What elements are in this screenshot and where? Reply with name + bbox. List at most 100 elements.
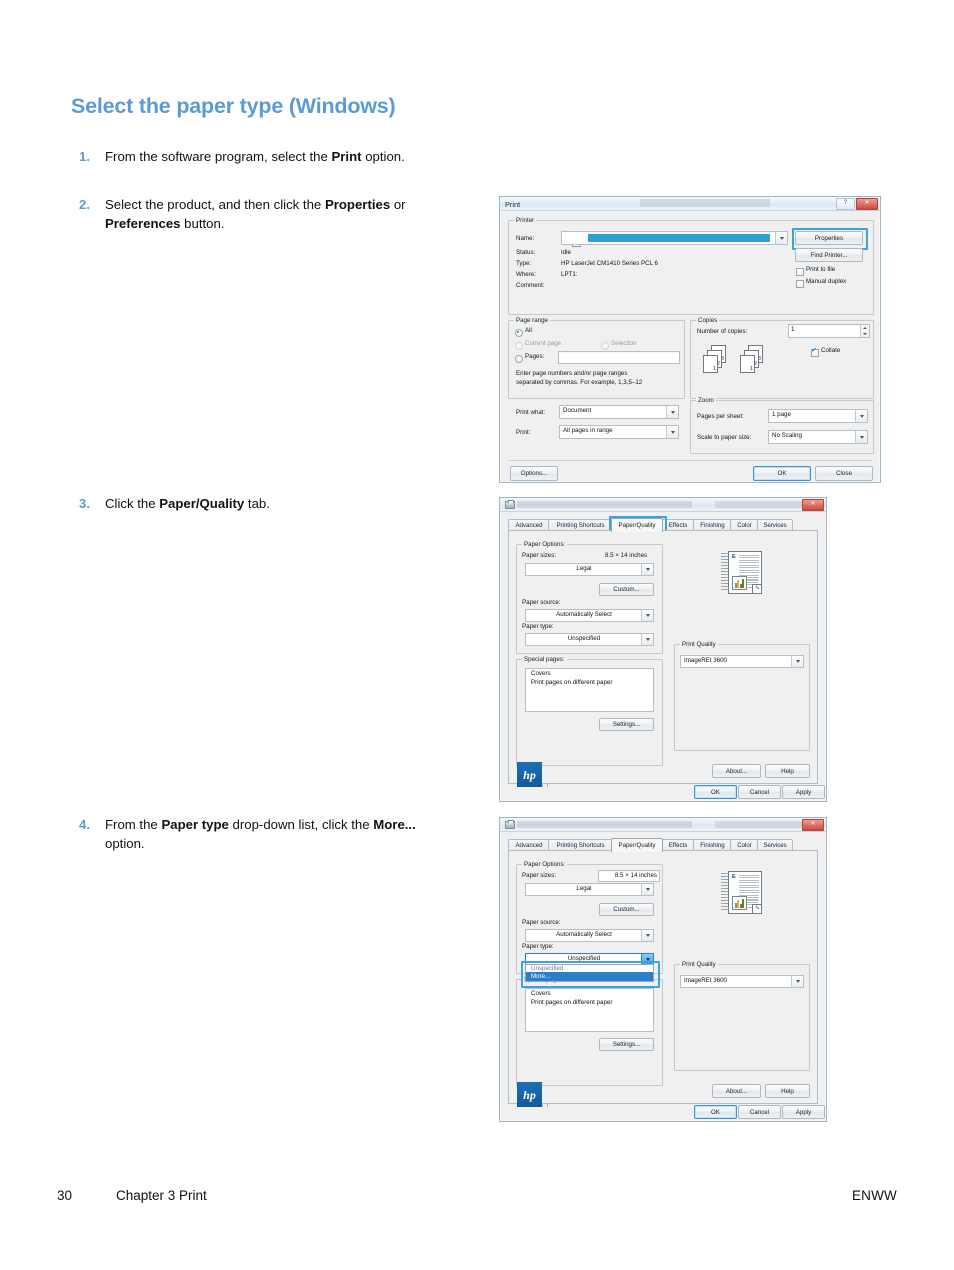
paper-source-value: Automatically Select [556,931,612,938]
pages-input[interactable] [558,351,680,364]
chevron-down-icon[interactable] [666,426,678,438]
paper-options-label: Paper Options: [522,541,568,548]
scale-to-paper-combo[interactable]: No Scaling [768,430,868,444]
copies-stepper[interactable] [860,325,869,337]
print-to-file-checkbox[interactable] [796,268,804,276]
preview-letter: E [732,874,736,880]
page-range-all-radio[interactable] [515,329,523,337]
help-button[interactable]: Help [765,764,810,778]
apply-button[interactable]: Apply [782,785,825,799]
find-printer-button[interactable]: Find Printer... [795,248,863,262]
step-3-text: Click the Paper/Quality tab. [105,496,270,511]
paper-size-combo[interactable]: Legal [525,563,654,576]
pages-per-sheet-combo[interactable]: 1 page [768,409,868,423]
paper-size-combo[interactable]: Legal [525,883,654,896]
properties-button[interactable]: Properties [795,231,863,245]
collate-checkbox[interactable] [811,349,819,357]
about-button[interactable]: About... [712,1084,761,1098]
close-window-icon[interactable]: ✕ [802,499,824,511]
special-pages-listbox-2[interactable]: Covers Print pages on different paper [525,988,654,1032]
chevron-down-icon[interactable] [641,610,653,621]
tab-paper-quality[interactable]: Paper/Quality [611,518,663,532]
printer-where-label: Where: [516,271,536,278]
hp-tagline: i n v e n t [519,1103,550,1108]
chevron-down-icon[interactable] [641,634,653,645]
options-button[interactable]: Options... [510,466,558,481]
chevron-down-icon[interactable] [641,884,653,895]
help-button[interactable]: Help [765,1084,810,1098]
titlebar-redaction [640,199,770,207]
apply-button[interactable]: Apply [782,1105,825,1119]
chevron-down-icon[interactable] [641,564,653,575]
settings-button[interactable]: Settings... [599,1038,654,1051]
preview-chart-icon [732,576,747,590]
printer-comment-label: Comment: [516,282,545,289]
page-range-selection-label: Selection [611,340,637,347]
help-window-icon[interactable]: ? [836,198,855,210]
chevron-down-icon[interactable] [775,232,787,244]
paper-options-label: Paper Options: [522,861,568,868]
preview-chart-icon [732,896,747,910]
dropdown-item-unspecified[interactable]: Unspecified [526,965,653,972]
printer-name-redaction [588,234,770,242]
chevron-down-icon[interactable] [791,976,803,987]
ok-button[interactable]: OK [694,785,737,799]
cancel-button[interactable]: Cancel [738,1105,781,1119]
printer-name-combo[interactable] [561,231,788,245]
print-what-combo[interactable]: Document [559,405,679,419]
print-quality-combo[interactable]: ImageREt 3600 [680,655,804,668]
manual-duplex-checkbox[interactable] [796,280,804,288]
paper-type-dropdown-list[interactable]: Unspecified More... [525,964,654,982]
paper-sizes-label: Paper sizes: [522,872,557,879]
step-4-number: 4. [79,817,90,832]
list-item[interactable]: Covers [526,989,653,998]
special-pages-listbox[interactable]: Covers Print pages on different paper [525,668,654,712]
paper-type-label: Paper type: [522,943,554,950]
page-range-all-label: All [525,327,532,334]
custom-button[interactable]: Custom... [599,583,654,596]
collate-stack-1: 3 2 1 [703,345,726,373]
ok-button[interactable]: OK [694,1105,737,1119]
print-dialog-body: Printer Name: Status: Idle Type: HP Lase… [500,210,880,482]
printer-status-label: Status: [516,249,536,256]
chevron-down-icon[interactable] [855,410,867,422]
list-item[interactable]: Print pages on different paper [526,998,653,1007]
close-window-icon[interactable]: ✕ [856,198,878,210]
chevron-down-icon[interactable] [791,656,803,667]
step-1-text: From the software program, select the Pr… [105,149,405,164]
print-range-combo[interactable]: All pages in range [559,425,679,439]
ok-button[interactable]: OK [753,466,811,481]
properties-body: Advanced Printing Shortcuts Paper/Qualit… [500,511,826,801]
print-quality-value: ImageREt 3600 [684,977,727,984]
chevron-down-icon[interactable] [666,406,678,418]
chevron-down-icon[interactable] [855,431,867,443]
dropdown-item-more[interactable]: More... [526,972,653,981]
tab-paper-quality[interactable]: Paper/Quality [611,838,663,852]
list-item[interactable]: Covers [526,669,653,678]
number-of-copies-input[interactable]: 1 [788,324,870,338]
page-range-pages-radio[interactable] [515,355,523,363]
list-item[interactable]: Print pages on different paper [526,678,653,687]
print-quality-combo[interactable]: ImageREt 3600 [680,975,804,988]
page-range-selection-radio[interactable] [601,342,609,350]
hp-tagline: i n v e n t [519,783,550,788]
printer-status-value: Idle [561,249,571,256]
document-preview: E ✎ [721,551,767,595]
print-what-value: Document [563,407,592,414]
preview-page: E ✎ [728,551,762,594]
paper-type-combo[interactable]: Unspecified [525,633,654,646]
about-button[interactable]: About... [712,764,761,778]
paper-source-combo[interactable]: Automatically Select [525,929,654,942]
properties-dialog: ✕ Advanced Printing Shortcuts Paper/Qual… [499,497,827,802]
cancel-button[interactable]: Cancel [738,785,781,799]
paper-source-combo[interactable]: Automatically Select [525,609,654,622]
custom-button[interactable]: Custom... [599,903,654,916]
page-range-current-radio[interactable] [515,342,523,350]
chevron-down-icon[interactable] [641,930,653,941]
footer-divider [508,460,872,461]
page-sheet-number: 1 [713,366,716,372]
close-window-icon[interactable]: ✕ [802,819,824,831]
settings-button[interactable]: Settings... [599,718,654,731]
close-button[interactable]: Close [815,466,873,481]
print-quality-label: Print Quality [680,641,718,648]
